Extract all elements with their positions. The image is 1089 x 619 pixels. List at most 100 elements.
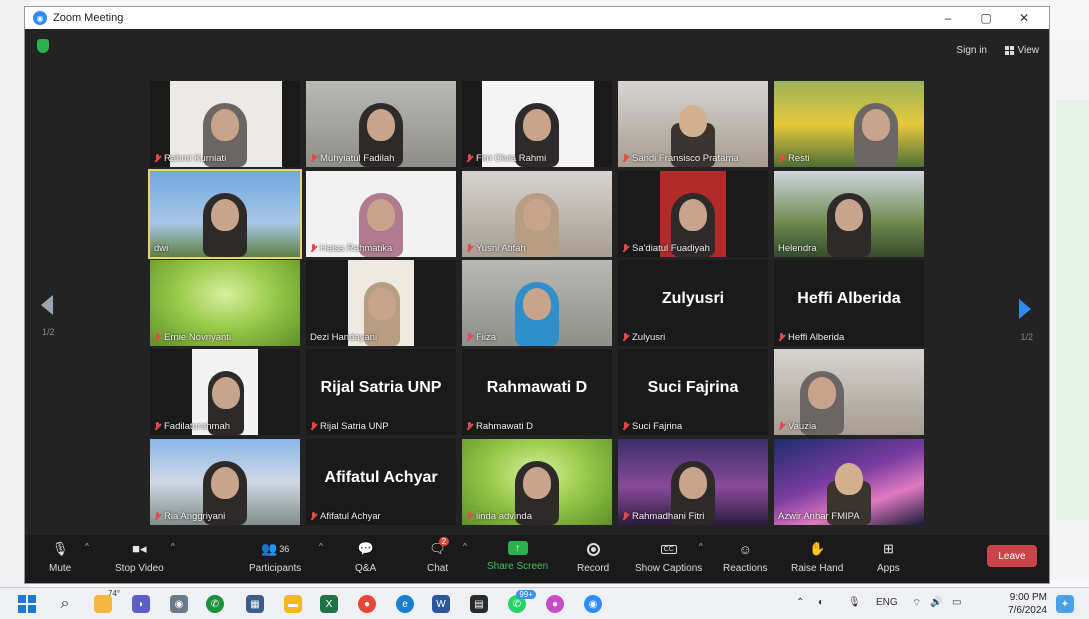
video-tile[interactable]: Sandi Fransisco Pratama [618, 81, 768, 167]
microphone-tray-icon[interactable]: 🎙 [848, 597, 861, 608]
participants-options-caret-icon[interactable]: ^ [319, 542, 323, 551]
video-tile[interactable]: Heffi Alberida Heffi Alberida [774, 260, 924, 346]
video-tile[interactable]: Dezi Handayani [306, 260, 456, 346]
mic-muted-icon [622, 154, 629, 163]
participant-avatar [509, 280, 565, 346]
whatsapp-desktop-icon[interactable]: ✆ 99+ [508, 590, 536, 613]
apps-button[interactable]: ⊞ Apps [877, 541, 900, 574]
chat-options-caret-icon[interactable]: ^ [463, 542, 467, 551]
search-icon[interactable]: ⌕ [56, 595, 74, 613]
video-tile[interactable]: Yusni Atifah [462, 171, 612, 257]
video-tile[interactable]: Fitri Olvia Rahmi [462, 81, 612, 167]
meeting-toolbar: 🎙 Mute ^ ■◂ Stop Video ^ 👥 36 Participan… [25, 535, 1049, 583]
captions-options-caret-icon[interactable]: ^ [699, 542, 703, 551]
chat-button[interactable]: 🗨 2 Chat [427, 537, 450, 574]
video-tile[interactable]: Sa'diatul Fuadiyah [618, 171, 768, 257]
minimize-button[interactable]: – [929, 7, 967, 29]
video-options-caret-icon[interactable]: ^ [171, 542, 175, 551]
leave-button[interactable]: Leave [987, 545, 1037, 567]
participants-count: 36 [279, 544, 290, 554]
participant-name: Sandi Fransisco Pratama [632, 153, 739, 164]
stop-video-button[interactable]: ■◂ Stop Video [115, 541, 164, 574]
participant-name: Rahmadhani Fitri [632, 511, 705, 522]
word-icon[interactable]: W [432, 595, 450, 613]
video-tile[interactable]: Rahmi Kurniati [150, 81, 300, 167]
video-tile[interactable]: Afifatul Achyar Afifatul Achyar [306, 439, 456, 525]
mic-muted-icon [310, 244, 317, 253]
security-shield-icon[interactable] [37, 39, 49, 53]
video-tile[interactable]: Suci Fajrina Suci Fajrina [618, 349, 768, 435]
teams-chat-icon[interactable]: ◗ [132, 595, 150, 613]
camera-app-icon[interactable]: ◉ [170, 595, 188, 613]
video-tile[interactable]: Rijal Satria UNP Rijal Satria UNP [306, 349, 456, 435]
video-camera-icon: ■◂ [132, 541, 147, 556]
video-tile[interactable]: Resti [774, 81, 924, 167]
video-tile[interactable]: Ria Anggriyani [150, 439, 300, 525]
share-screen-button[interactable]: ↑ Share Screen [487, 541, 548, 572]
video-tile[interactable]: Rahmawati D Rahmawati D [462, 349, 612, 435]
video-tile[interactable]: Fadilaturahmah [150, 349, 300, 435]
show-hidden-icons-chevron-icon[interactable]: ⌃ [796, 597, 804, 608]
video-tile-active-speaker[interactable]: dwi [148, 169, 302, 259]
language-indicator[interactable]: ENG [876, 597, 898, 608]
system-clock[interactable]: 9:00 PM 7/6/2024 [1008, 591, 1047, 617]
wifi-icon[interactable]: ⌔ [912, 597, 921, 610]
video-tile[interactable]: Ernie Novriyanti [150, 260, 300, 346]
record-icon [586, 542, 600, 556]
chrome-profile-icon[interactable]: ● [546, 595, 564, 613]
whatsapp-icon[interactable]: ✆ [206, 595, 224, 613]
tray-app-icon[interactable]: ◐ [818, 597, 824, 608]
participants-button[interactable]: 👥 36 Participants [249, 541, 301, 574]
close-button[interactable]: ✕ [1005, 7, 1043, 29]
video-tile[interactable]: Azwir Anhar FMIPA [774, 439, 924, 525]
mic-muted-icon [778, 422, 785, 431]
app-icon[interactable]: ▦ [246, 595, 264, 613]
chrome-icon[interactable]: ● [358, 595, 376, 613]
excel-icon[interactable]: X [320, 595, 338, 613]
background-app-chat-area [1056, 100, 1089, 520]
video-tile[interactable]: Rahmadhani Fitri [618, 439, 768, 525]
previous-page-arrow-icon[interactable] [41, 295, 53, 315]
record-button[interactable]: Record [577, 541, 609, 574]
participant-name: Yusni Atifah [476, 243, 526, 254]
video-tile[interactable]: Fiiza [462, 260, 612, 346]
copilot-icon[interactable]: ✦ [1056, 595, 1074, 613]
video-tile[interactable]: Helendra [774, 171, 924, 257]
file-explorer-icon[interactable]: ▬ [284, 595, 302, 613]
video-tile[interactable]: Muhyiatul Fadilah [306, 81, 456, 167]
sign-in-link[interactable]: Sign in [956, 45, 987, 56]
participant-name: dwi [154, 243, 169, 254]
weather-icon[interactable]: 74° [94, 589, 120, 613]
notepad-icon[interactable]: ▤ [470, 595, 488, 613]
video-tile[interactable]: Vauzia [774, 349, 924, 435]
participant-name: Resti [788, 153, 810, 164]
windows-taskbar: ⌕ 74° ◗ ◉ ✆ ▦ ▬ X ● e W ▤ ✆ 99+ ● ◉ ⌃ ◐ … [0, 587, 1089, 619]
raise-hand-button[interactable]: ✋ Raise Hand [791, 541, 843, 574]
participant-display-name: Afifatul Achyar [324, 469, 438, 486]
video-tile[interactable]: linda advinda [462, 439, 612, 525]
mic-muted-icon [466, 244, 473, 253]
video-tile[interactable]: Zulyusri Zulyusri [618, 260, 768, 346]
view-button[interactable]: View [1004, 45, 1039, 56]
battery-icon[interactable]: ▭ [952, 597, 961, 608]
clock-time: 9:00 PM [1009, 592, 1047, 603]
video-tile[interactable]: Helsa Rahmatika [306, 171, 456, 257]
qa-button[interactable]: 💬 Q&A [355, 541, 376, 574]
zoom-taskbar-icon[interactable]: ◉ [584, 595, 602, 613]
audio-options-caret-icon[interactable]: ^ [85, 542, 89, 551]
mic-muted-icon [622, 244, 629, 253]
volume-icon[interactable]: 🔊 [930, 597, 942, 608]
mic-muted-icon [466, 154, 473, 163]
participant-name: Afifatul Achyar [320, 511, 381, 522]
start-menu-icon[interactable] [18, 595, 36, 613]
whatsapp-unread-badge: 99+ [516, 590, 536, 599]
participant-name: Rijal Satria UNP [320, 421, 389, 432]
edge-icon[interactable]: e [396, 595, 414, 613]
show-captions-button[interactable]: CC Show Captions [635, 541, 702, 574]
maximize-button[interactable]: ▢ [967, 7, 1005, 29]
mute-button[interactable]: 🎙 Mute [49, 541, 71, 574]
next-page-arrow-icon[interactable] [1019, 299, 1031, 319]
window-controls: – ▢ ✕ [929, 7, 1043, 29]
participant-name: Sa'diatul Fuadiyah [632, 243, 710, 254]
reactions-button[interactable]: ☺ Reactions [723, 541, 767, 575]
